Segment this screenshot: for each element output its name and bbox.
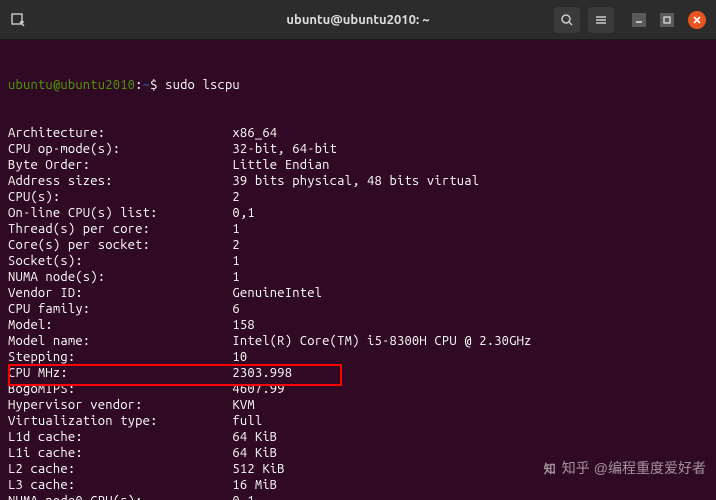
output-row: NUMA node(s): 1 <box>8 269 708 285</box>
minimize-button[interactable] <box>632 13 646 27</box>
output-label: CPU MHz: <box>8 365 232 381</box>
output-value: GenuineIntel <box>232 285 322 301</box>
prompt-path: ~ <box>143 77 150 93</box>
output-row: Vendor ID: GenuineIntel <box>8 285 708 301</box>
output-row: CPU op-mode(s): 32-bit, 64-bit <box>8 141 708 157</box>
output-label: CPU op-mode(s): <box>8 141 232 157</box>
output-label: CPU family: <box>8 301 232 317</box>
terminal-area[interactable]: ubuntu@ubuntu2010:~$ sudo lscpu Architec… <box>0 40 716 500</box>
output-row: Address sizes: 39 bits physical, 48 bits… <box>8 173 708 189</box>
output-row: L1d cache: 64 KiB <box>8 429 708 445</box>
window-titlebar: ubuntu@ubuntu2010: ~ <box>0 0 716 40</box>
output-label: On-line CPU(s) list: <box>8 205 232 221</box>
output-row: Stepping: 10 <box>8 349 708 365</box>
output-value: 10 <box>232 349 247 365</box>
output-label: NUMA node(s): <box>8 269 232 285</box>
output-label: Core(s) per socket: <box>8 237 232 253</box>
output-value: 16 MiB <box>232 477 277 493</box>
output-label: Thread(s) per core: <box>8 221 232 237</box>
output-row: CPU(s): 2 <box>8 189 708 205</box>
output-label: BogoMIPS: <box>8 381 232 397</box>
prompt-line: ubuntu@ubuntu2010:~$ sudo lscpu <box>8 77 708 93</box>
output-value: 1 <box>232 221 239 237</box>
output-value: Little Endian <box>232 157 329 173</box>
close-icon <box>688 11 706 29</box>
output-row: Architecture: x86_64 <box>8 125 708 141</box>
output-value: KVM <box>232 397 254 413</box>
output-value: 2 <box>232 237 239 253</box>
output-value: x86_64 <box>232 125 277 141</box>
output-row: Model: 158 <box>8 317 708 333</box>
output-row: CPU MHz: 2303.998 <box>8 365 708 381</box>
output-label: L2 cache: <box>8 461 232 477</box>
output-value: 158 <box>232 317 254 333</box>
output-row: Core(s) per socket: 2 <box>8 237 708 253</box>
output-row: Hypervisor vendor: KVM <box>8 397 708 413</box>
output-value: 0,1 <box>232 205 254 221</box>
output-value: 4607.99 <box>232 381 284 397</box>
output-value: 0,1 <box>232 493 254 500</box>
output-value: 6 <box>232 301 239 317</box>
output-label: L1i cache: <box>8 445 232 461</box>
output-label: NUMA node0 CPU(s): <box>8 493 232 500</box>
output-label: Model name: <box>8 333 232 349</box>
output-row: L1i cache: 64 KiB <box>8 445 708 461</box>
output-label: Byte Order: <box>8 157 232 173</box>
output-label: Hypervisor vendor: <box>8 397 232 413</box>
output-label: Address sizes: <box>8 173 232 189</box>
window-title: ubuntu@ubuntu2010: ~ <box>286 13 429 27</box>
output-label: L1d cache: <box>8 429 232 445</box>
output-value: 64 KiB <box>232 429 277 445</box>
output-value: 32-bit, 64-bit <box>232 141 337 157</box>
output-row: Byte Order: Little Endian <box>8 157 708 173</box>
output-row: Virtualization type: full <box>8 413 708 429</box>
output-value: full <box>232 413 262 429</box>
titlebar-right-controls <box>554 7 706 33</box>
titlebar-left-controls <box>10 12 26 28</box>
output-value: 2303.998 <box>232 365 292 381</box>
maximize-button[interactable] <box>660 13 674 27</box>
output-row: On-line CPU(s) list: 0,1 <box>8 205 708 221</box>
output-row: Socket(s): 1 <box>8 253 708 269</box>
close-button[interactable] <box>688 11 706 29</box>
output-row: BogoMIPS: 4607.99 <box>8 381 708 397</box>
output-label: Model: <box>8 317 232 333</box>
output-label: Architecture: <box>8 125 232 141</box>
maximize-icon <box>662 15 672 25</box>
output-label: L3 cache: <box>8 477 232 493</box>
output-value: 39 bits physical, 48 bits virtual <box>232 173 479 189</box>
prompt-dollar: $ <box>150 77 165 93</box>
prompt-separator: : <box>135 77 142 93</box>
hamburger-icon <box>594 13 608 27</box>
output-row: Model name: Intel(R) Core(TM) i5-8300H C… <box>8 333 708 349</box>
prompt-user-host: ubuntu@ubuntu2010 <box>8 77 135 93</box>
output-row: NUMA node0 CPU(s): 0,1 <box>8 493 708 500</box>
output-label: Virtualization type: <box>8 413 232 429</box>
output-value: 1 <box>232 269 239 285</box>
output-row: CPU family: 6 <box>8 301 708 317</box>
output-row: Thread(s) per core: 1 <box>8 221 708 237</box>
output-value: Intel(R) Core(TM) i5-8300H CPU @ 2.30GHz <box>232 333 531 349</box>
output-row: L3 cache: 16 MiB <box>8 477 708 493</box>
output-row: L2 cache: 512 KiB <box>8 461 708 477</box>
output-value: 512 KiB <box>232 461 284 477</box>
output-label: Stepping: <box>8 349 232 365</box>
output-label: CPU(s): <box>8 189 232 205</box>
output-value: 64 KiB <box>232 445 277 461</box>
new-tab-icon[interactable] <box>10 12 26 28</box>
menu-button[interactable] <box>588 7 614 33</box>
output-label: Vendor ID: <box>8 285 232 301</box>
output-label: Socket(s): <box>8 253 232 269</box>
search-icon <box>560 13 574 27</box>
output-value: 1 <box>232 253 239 269</box>
command-text: sudo lscpu <box>165 77 240 93</box>
search-button[interactable] <box>554 7 580 33</box>
command-output: Architecture: x86_64CPU op-mode(s): 32-b… <box>8 125 708 500</box>
minimize-icon <box>634 15 644 25</box>
output-value: 2 <box>232 189 239 205</box>
